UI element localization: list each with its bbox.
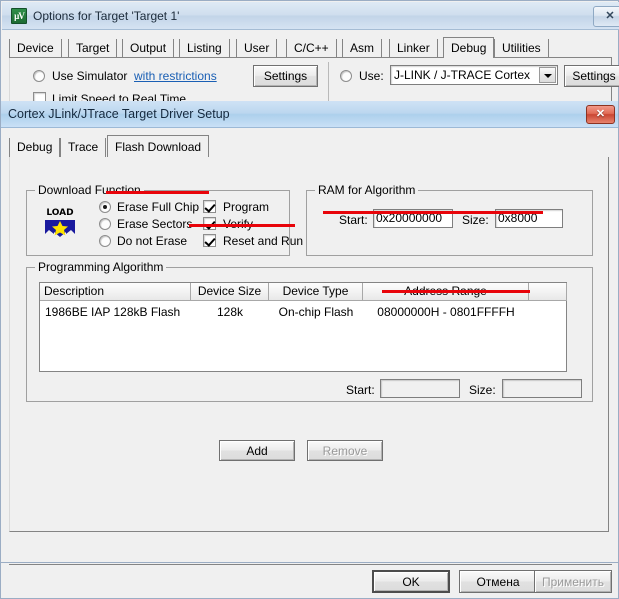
- uvision-icon: µV: [11, 8, 27, 24]
- remove-button[interactable]: Remove: [307, 440, 383, 461]
- load-icon: LOAD: [45, 207, 75, 237]
- outer-tab-strip: Device Target Output Listing User C/C++ …: [9, 37, 612, 58]
- apply-button[interactable]: Применить: [534, 570, 612, 593]
- tab-asm[interactable]: Asm: [342, 39, 382, 58]
- footer-separator: [9, 564, 612, 565]
- load-icon-label: LOAD: [45, 207, 75, 220]
- column-header-device-size[interactable]: Device Size: [191, 283, 269, 301]
- ram-for-algorithm-title: RAM for Algorithm: [315, 183, 419, 197]
- programming-algorithm-list[interactable]: Description Device Size Device Type Addr…: [39, 282, 567, 372]
- programming-algorithm-group: Programming Algorithm Description Device…: [26, 260, 593, 402]
- tab-utilities[interactable]: Utilities: [494, 39, 549, 58]
- jlink-target-driver-setup-dialog: Cortex JLink/JTrace Target Driver Setup …: [0, 101, 619, 563]
- inner-close-button[interactable]: ✕: [586, 105, 615, 124]
- tab-listing[interactable]: Listing: [179, 39, 230, 58]
- download-function-group: Download Function LOAD Erase Full Chip E…: [26, 183, 303, 256]
- inner-tab-trace[interactable]: Trace: [60, 138, 107, 157]
- annotation-underline-ram-fields: [323, 211, 543, 214]
- tab-debug[interactable]: Debug: [443, 37, 495, 58]
- reset-and-run-label: Reset and Run: [223, 234, 304, 248]
- inner-tab-debug[interactable]: Debug: [9, 138, 61, 157]
- cancel-button[interactable]: Отмена: [459, 570, 537, 593]
- inner-dialog-body: Debug Trace Flash Download Download Func…: [1, 128, 618, 562]
- annotation-underline-erase-full-chip: [106, 191, 209, 194]
- cell-device-type: On-chip Flash: [278, 305, 354, 319]
- algo-size-input[interactable]: [502, 379, 582, 398]
- use-simulator-radio[interactable]: [33, 70, 45, 82]
- cell-description: 1986BE IAP 128kB Flash: [45, 305, 181, 319]
- annotation-underline-reset-and-run: [189, 224, 295, 227]
- program-checkbox[interactable]: [203, 200, 216, 213]
- outer-dialog-title: Options for Target 'Target 1': [33, 9, 180, 23]
- tab-user[interactable]: User: [236, 39, 278, 58]
- ram-for-algorithm-group: RAM for Algorithm Start: 0x20000000 Size…: [306, 183, 593, 256]
- outer-close-button[interactable]: ✕: [593, 6, 619, 27]
- chevron-down-icon[interactable]: [539, 67, 556, 83]
- algo-start-input[interactable]: [380, 379, 460, 398]
- programming-algorithm-title: Programming Algorithm: [35, 260, 167, 274]
- outer-title-bar: µV Options for Target 'Target 1' ✕: [2, 2, 619, 30]
- debug-page-divider: [328, 62, 329, 102]
- program-label: Program: [223, 200, 270, 214]
- inner-tab-flash-download[interactable]: Flash Download: [107, 135, 210, 157]
- column-header-device-type[interactable]: Device Type: [269, 283, 363, 301]
- column-header-spacer[interactable]: [529, 283, 567, 301]
- cell-device-size: 128k: [216, 305, 244, 319]
- ram-start-label: Start:: [339, 213, 368, 227]
- download-function-title: Download Function: [35, 183, 144, 197]
- tab-output[interactable]: Output: [122, 39, 175, 58]
- ram-size-label: Size:: [462, 213, 489, 227]
- algo-size-label: Size:: [469, 383, 496, 397]
- add-button[interactable]: Add: [219, 440, 295, 461]
- do-not-erase-radio[interactable]: [99, 235, 111, 247]
- use-simulator-label: Use Simulator: [52, 69, 128, 83]
- tab-device[interactable]: Device: [9, 39, 62, 58]
- annotation-underline-address-range: [382, 290, 530, 293]
- inner-dialog-title: Cortex JLink/JTrace Target Driver Setup: [8, 107, 230, 121]
- use-driver-radio[interactable]: [340, 70, 352, 82]
- erase-full-chip-label: Erase Full Chip: [117, 200, 200, 214]
- erase-sectors-radio[interactable]: [99, 218, 111, 230]
- cell-address-range: 08000000H - 0801FFFFH: [377, 305, 515, 319]
- column-header-description[interactable]: Description: [40, 283, 191, 301]
- driver-settings-button[interactable]: Settings: [564, 65, 619, 87]
- debug-driver-combobox[interactable]: J-LINK / J-TRACE Cortex: [390, 65, 558, 85]
- tab-cpp[interactable]: C/C++: [286, 39, 337, 58]
- ok-button[interactable]: OK: [372, 570, 450, 593]
- tab-linker[interactable]: Linker: [389, 39, 438, 58]
- do-not-erase-label: Do not Erase: [117, 234, 188, 248]
- debug-driver-value: J-LINK / J-TRACE Cortex: [394, 68, 531, 82]
- with-restrictions-link[interactable]: with restrictions: [134, 69, 217, 83]
- simulator-settings-button[interactable]: Settings: [253, 65, 318, 87]
- inner-title-bar: Cortex JLink/JTrace Target Driver Setup …: [1, 101, 618, 128]
- use-driver-label: Use:: [359, 69, 384, 83]
- tab-target[interactable]: Target: [68, 39, 118, 58]
- erase-sectors-label: Erase Sectors: [117, 217, 193, 231]
- algo-start-label: Start:: [346, 383, 375, 397]
- reset-and-run-checkbox[interactable]: [203, 234, 216, 247]
- erase-full-chip-radio[interactable]: [99, 201, 111, 213]
